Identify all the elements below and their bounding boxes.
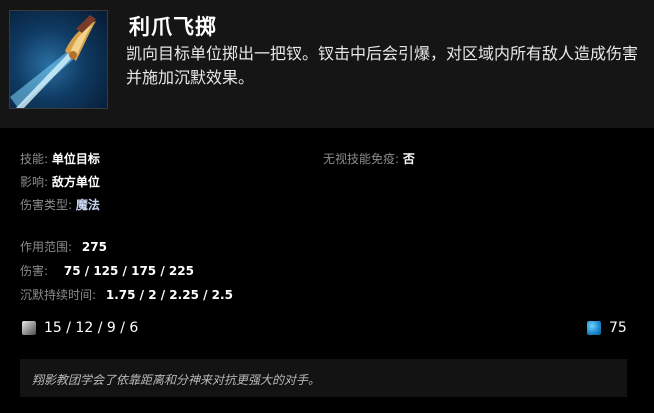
stat-label: 沉默持续时间: xyxy=(20,288,97,302)
stat-damage: 伤害: 75 / 125 / 175 / 225 xyxy=(20,262,194,279)
stat-value: 敌方单位 xyxy=(51,175,100,189)
stat-label: 作用范围: xyxy=(20,240,73,254)
stat-value: 75 / 125 / 175 / 225 xyxy=(63,264,194,278)
mana-value: 75 xyxy=(609,320,627,336)
stat-ability-behavior: 技能: 单位目标 xyxy=(20,150,100,167)
stat-label: 伤害: xyxy=(20,264,49,278)
stat-radius: 作用范围: 275 xyxy=(20,238,107,255)
stat-pierce-immunity: 无视技能免疫: 否 xyxy=(323,150,415,167)
stat-damage-type: 伤害类型: 魔法 xyxy=(20,196,100,213)
stat-silence-duration: 沉默持续时间: 1.75 / 2 / 2.25 / 2.5 xyxy=(20,286,233,303)
mana-cost: 75 xyxy=(587,320,627,336)
ability-icon xyxy=(9,10,108,109)
stat-value: 单位目标 xyxy=(51,152,100,166)
stat-affects: 影响: 敌方单位 xyxy=(20,173,100,190)
stat-value: 1.75 / 2 / 2.25 / 2.5 xyxy=(105,288,233,302)
stat-label: 无视技能免疫: xyxy=(323,152,400,166)
cooldown: 15 / 12 / 9 / 6 xyxy=(22,320,138,336)
stat-label: 影响: xyxy=(20,175,49,189)
ability-description: 凯向目标单位掷出一把钗。钗击中后会引爆，对区域内所有敌人造成伤害并施加沉默效果。 xyxy=(126,44,639,87)
stat-label: 伤害类型: xyxy=(20,198,73,212)
cooldown-value: 15 / 12 / 9 / 6 xyxy=(44,320,139,336)
stat-value: 275 xyxy=(81,240,107,254)
ability-title: 利爪飞掷 xyxy=(129,15,217,39)
stat-value: 魔法 xyxy=(75,198,100,212)
lore-text: 翔影教团学会了依靠距离和分神来对抗更强大的对手。 xyxy=(20,359,627,397)
cooldown-icon xyxy=(22,321,36,335)
stat-label: 技能: xyxy=(20,152,49,166)
stat-value: 否 xyxy=(402,152,415,166)
sai-blade-icon xyxy=(10,15,96,108)
mana-icon xyxy=(587,321,601,335)
ability-header: 利爪飞掷 凯向目标单位掷出一把钗。钗击中后会引爆，对区域内所有敌人造成伤害并施加… xyxy=(0,0,654,128)
